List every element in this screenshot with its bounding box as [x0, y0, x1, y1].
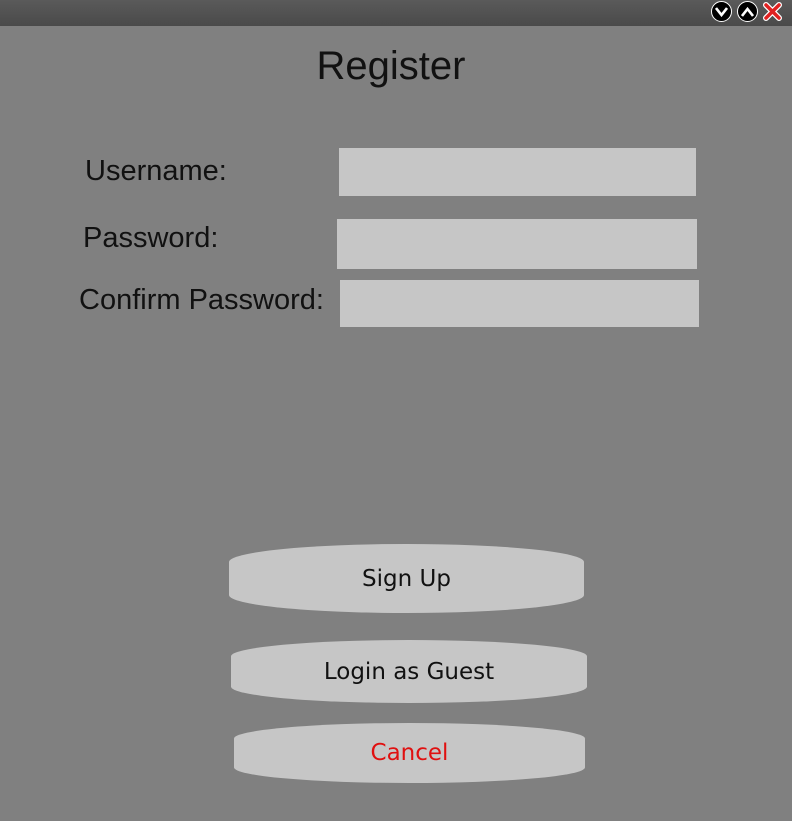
password-field[interactable] [337, 219, 697, 269]
page-title: Register [316, 44, 466, 88]
chevron-down-icon [715, 6, 728, 17]
minimize-button[interactable] [711, 1, 732, 22]
password-label: Password: [83, 222, 219, 254]
login-as-guest-button[interactable]: Login as Guest [231, 640, 587, 703]
confirm-password-label: Confirm Password: [79, 284, 324, 316]
sign-up-button[interactable]: Sign Up [229, 544, 584, 613]
close-button[interactable] [762, 1, 783, 22]
username-field[interactable] [339, 148, 696, 196]
cancel-button[interactable]: Cancel [234, 723, 585, 783]
username-label: Username: [85, 155, 227, 187]
register-window: Register Username: Password: Confirm Pas… [0, 0, 792, 821]
chevron-up-icon [741, 6, 754, 17]
title-bar[interactable] [0, 0, 792, 26]
close-icon [763, 2, 782, 21]
maximize-button[interactable] [737, 1, 758, 22]
confirm-password-field[interactable] [340, 280, 699, 327]
